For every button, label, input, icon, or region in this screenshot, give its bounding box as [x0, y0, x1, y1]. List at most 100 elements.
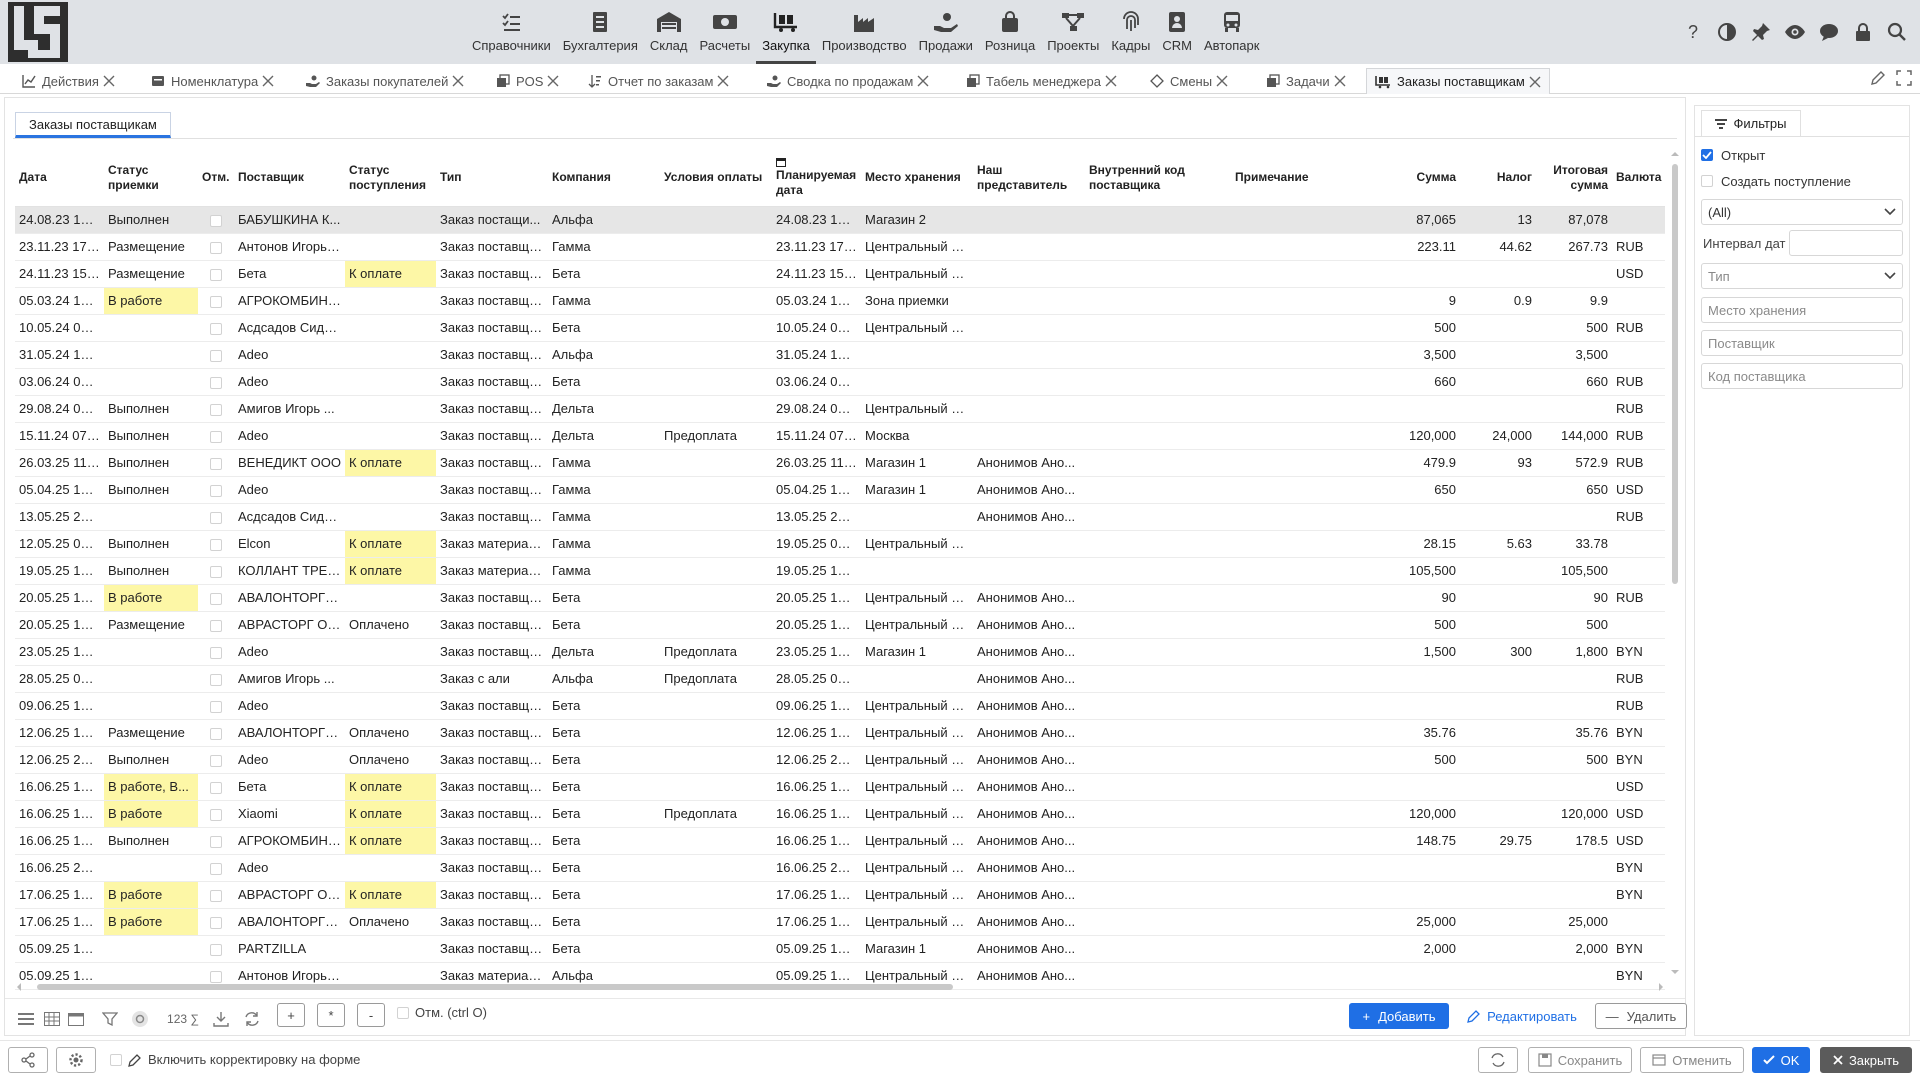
col-header-payment-terms[interactable]: Условия оплаты: [660, 150, 772, 207]
table-cell[interactable]: Заказ поставщи...: [436, 908, 548, 936]
table-cell[interactable]: [660, 854, 772, 882]
row-mark-checkbox[interactable]: [210, 673, 222, 686]
col-header-total[interactable]: Итоговая сумма: [1536, 150, 1612, 207]
table-cell[interactable]: Бета: [548, 260, 660, 288]
table-cell[interactable]: К оплате: [345, 881, 436, 909]
table-cell[interactable]: 24.08.23 12:35: [15, 206, 104, 234]
table-cell[interactable]: 120,000: [1343, 422, 1460, 450]
table-cell[interactable]: Adeo: [234, 368, 345, 396]
table-cell[interactable]: [660, 908, 772, 936]
table-cell[interactable]: [660, 584, 772, 612]
table-row[interactable]: 12.06.25 14:12 Размещение АВАЛОНТОРГ О... О…: [15, 719, 1665, 747]
table-cell[interactable]: RUB: [1612, 692, 1665, 720]
table-cell[interactable]: 19.05.25 09:33: [772, 530, 861, 558]
table-cell[interactable]: 17.06.25 12:48: [15, 881, 104, 909]
table-row[interactable]: 20.05.25 13:05 Размещение АВРАСТОРГ ООО Опл…: [15, 611, 1665, 639]
table-cell[interactable]: [1536, 260, 1612, 288]
table-row[interactable]: 23.11.23 17:12 Размещение Антонов Игорь ..…: [15, 233, 1665, 261]
table-cell[interactable]: 9.9: [1536, 287, 1612, 315]
table-cell[interactable]: BYN: [1612, 935, 1665, 963]
table-cell[interactable]: 05.09.25 13:39: [772, 935, 861, 963]
mark-cell[interactable]: [198, 314, 234, 342]
table-cell[interactable]: [660, 692, 772, 720]
table-cell[interactable]: Бета: [548, 746, 660, 774]
table-cell[interactable]: [1536, 503, 1612, 531]
col-header-representative[interactable]: Наш представитель: [973, 150, 1085, 207]
table-cell[interactable]: [1085, 557, 1231, 585]
table-cell[interactable]: [861, 557, 973, 585]
table-cell[interactable]: [1612, 557, 1665, 585]
mark-cell[interactable]: [198, 287, 234, 315]
col-header-type[interactable]: Тип: [436, 150, 548, 207]
table-cell[interactable]: [345, 854, 436, 882]
table-cell[interactable]: [1231, 638, 1343, 666]
table-cell[interactable]: Заказ поставщи...: [436, 638, 548, 666]
table-cell[interactable]: [660, 341, 772, 369]
pencil-icon[interactable]: [1870, 70, 1886, 86]
table-cell[interactable]: АГРОКОМБИНА...: [234, 287, 345, 315]
row-mark-checkbox[interactable]: [210, 862, 222, 875]
row-mark-checkbox[interactable]: [210, 403, 222, 416]
row-mark-checkbox[interactable]: [210, 781, 222, 794]
nav-item-crm[interactable]: CRM: [1156, 0, 1198, 64]
table-cell[interactable]: Размещение: [104, 233, 198, 261]
list-view-icon[interactable]: [15, 999, 37, 1039]
table-cell[interactable]: Магазин 1: [861, 476, 973, 504]
table-cell[interactable]: Гамма: [548, 503, 660, 531]
row-mark-checkbox[interactable]: [210, 619, 222, 632]
table-cell[interactable]: [1231, 233, 1343, 261]
table-cell[interactable]: Гамма: [548, 287, 660, 315]
table-cell[interactable]: [1231, 854, 1343, 882]
table-row[interactable]: 29.08.24 07:30 Выполнен Амигов Игорь ... За…: [15, 395, 1665, 423]
table-cell[interactable]: BYN: [1612, 638, 1665, 666]
table-cell[interactable]: Бета: [548, 800, 660, 828]
row-mark-checkbox[interactable]: [210, 322, 222, 335]
table-cell[interactable]: 178.5: [1536, 827, 1612, 855]
nav-item-roznitsa[interactable]: Розница: [979, 0, 1041, 64]
table-cell[interactable]: Elcon: [234, 530, 345, 558]
table-cell[interactable]: [1231, 422, 1343, 450]
ok-button[interactable]: OK: [1752, 1047, 1810, 1073]
table-cell[interactable]: Бета: [548, 854, 660, 882]
table-cell[interactable]: [345, 233, 436, 261]
table-cell[interactable]: 3,500: [1536, 341, 1612, 369]
table-cell[interactable]: 87,078: [1536, 206, 1612, 234]
table-cell[interactable]: Альфа: [548, 206, 660, 234]
table-cell[interactable]: [104, 692, 198, 720]
table-cell[interactable]: 1,800: [1536, 638, 1612, 666]
table-cell[interactable]: [1460, 773, 1536, 801]
table-row[interactable]: 23.05.25 19:17 Adeo Заказ поставщи... Дельт…: [15, 638, 1665, 666]
horizontal-scrollbar[interactable]: [15, 981, 1665, 991]
table-cell[interactable]: АВРАСТОРГ ООО: [234, 881, 345, 909]
table-cell[interactable]: 267.73: [1536, 233, 1612, 261]
table-cell[interactable]: Анонимов Ано...: [973, 638, 1085, 666]
table-cell[interactable]: RUB: [1612, 314, 1665, 342]
table-cell[interactable]: Асдсадов Сидо...: [234, 314, 345, 342]
table-cell[interactable]: 20.05.25 13:05: [15, 611, 104, 639]
table-cell[interactable]: Adeo: [234, 422, 345, 450]
tab-customer-orders[interactable]: Заказы покупателей: [298, 68, 472, 94]
row-mark-checkbox[interactable]: [210, 349, 222, 362]
table-cell[interactable]: 17.06.25 13:37: [772, 908, 861, 936]
table-cell[interactable]: [1085, 638, 1231, 666]
table-cell[interactable]: RUB: [1612, 368, 1665, 396]
nav-item-proekty[interactable]: Проекты: [1041, 0, 1105, 64]
table-row[interactable]: 17.06.25 12:48 В работе АВРАСТОРГ ООО К опл…: [15, 881, 1665, 909]
mark-cell[interactable]: [198, 773, 234, 801]
table-cell[interactable]: Заказ поставщи...: [436, 881, 548, 909]
table-cell[interactable]: Adeo: [234, 854, 345, 882]
table-cell[interactable]: [1085, 719, 1231, 747]
table-cell[interactable]: [1231, 827, 1343, 855]
mark-toggle[interactable]: Отм. (ctrl O): [397, 1005, 487, 1020]
table-cell[interactable]: Заказ материал...: [436, 557, 548, 585]
table-cell[interactable]: [1460, 341, 1536, 369]
table-cell[interactable]: 12.06.25 14:12: [15, 719, 104, 747]
nav-item-kadry[interactable]: Кадры: [1105, 0, 1156, 64]
table-cell[interactable]: RUB: [1612, 449, 1665, 477]
table-cell[interactable]: Анонимов Ано...: [973, 503, 1085, 531]
mark-cell[interactable]: [198, 854, 234, 882]
table-row[interactable]: 15.11.24 07:13 Выполнен Adeo Заказ поставщи…: [15, 422, 1665, 450]
table-cell[interactable]: 44.62: [1460, 233, 1536, 261]
table-cell[interactable]: [345, 422, 436, 450]
sum-count-button[interactable]: 123 ∑: [163, 999, 203, 1039]
